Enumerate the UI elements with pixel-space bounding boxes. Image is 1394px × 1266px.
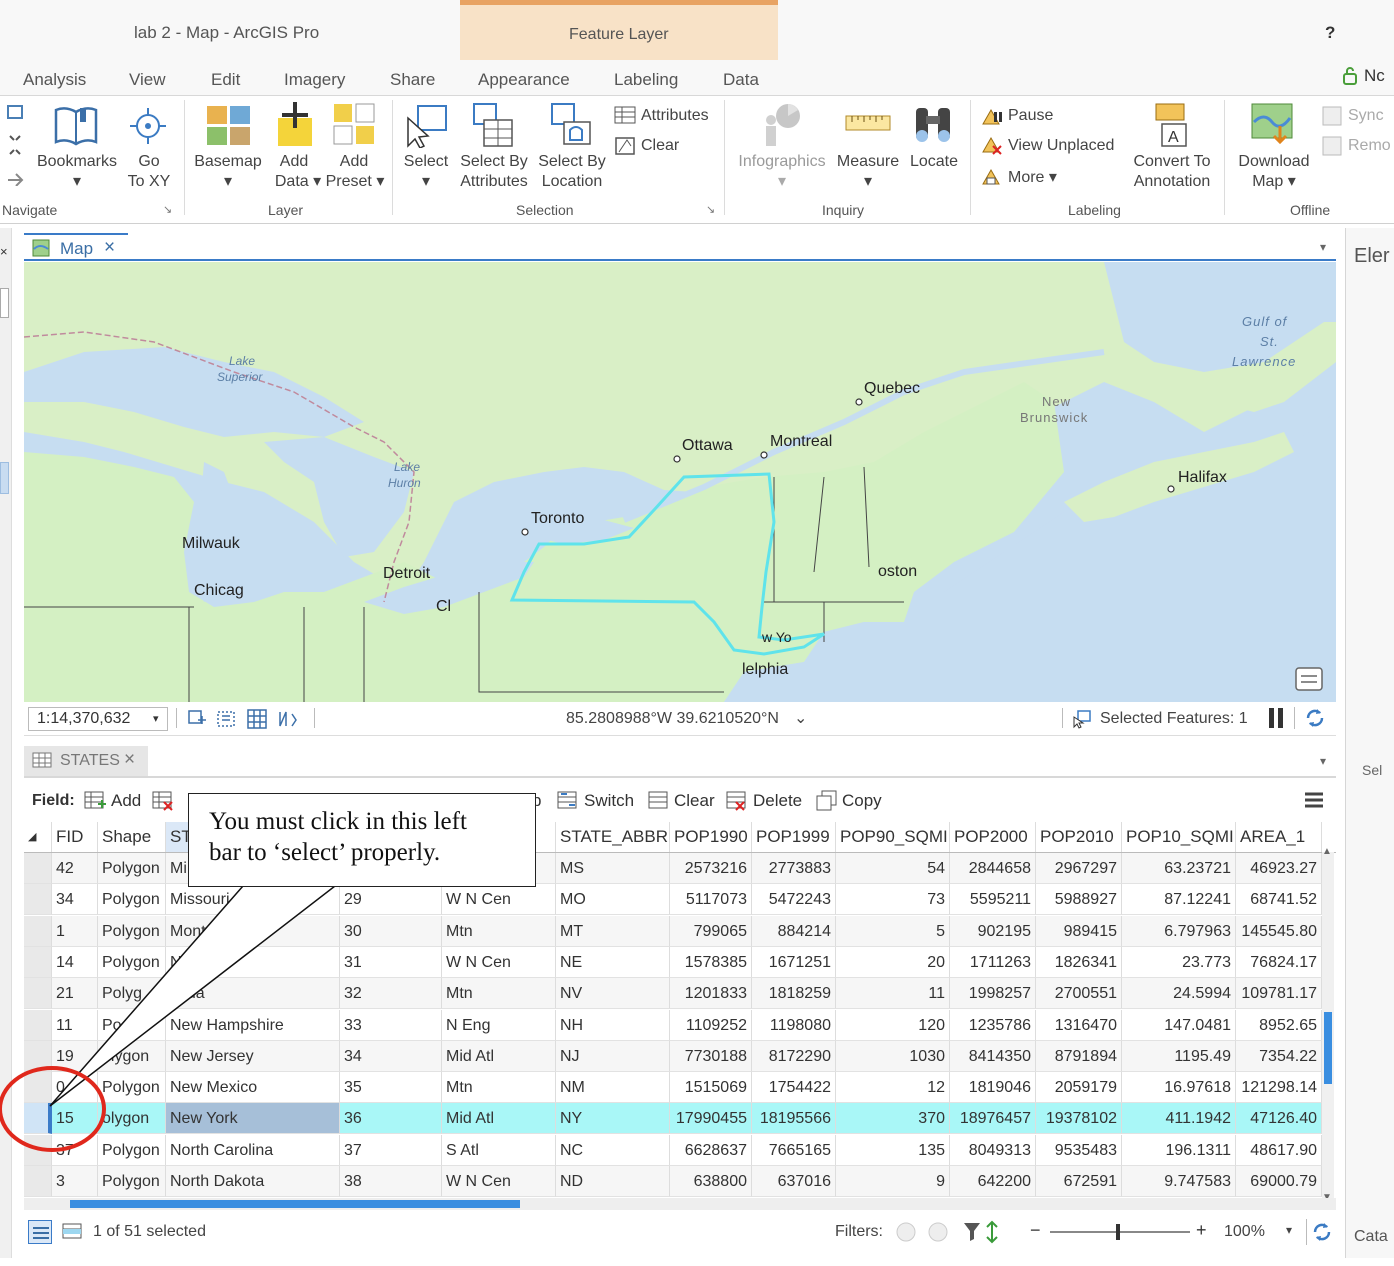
highlight-circle — [0, 1066, 106, 1152]
callout-line-2: bar to ‘select’ properly. — [209, 839, 441, 866]
callout-box: You must click in this left bar to ‘sele… — [188, 793, 536, 887]
callout-line-1: You must click in this left — [209, 808, 467, 835]
callout-pointer-graphic — [0, 885, 336, 1152]
